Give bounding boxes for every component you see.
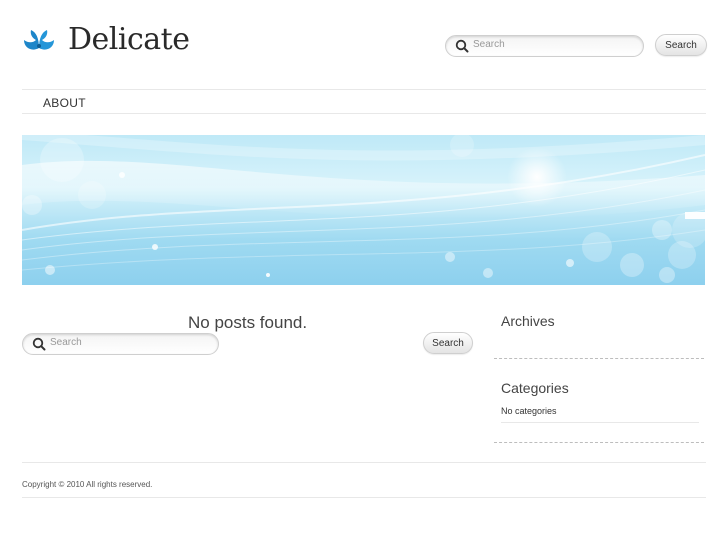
no-posts-message: No posts found. [188,313,308,332]
archives-divider [494,358,704,359]
header-search-input[interactable] [473,36,631,52]
categories-heading: Categories [501,380,569,396]
header-search-button[interactable]: Search [655,34,707,56]
footer-bottom-divider [22,497,706,498]
categories-item-divider [501,422,699,423]
site-logo[interactable]: Delicate [22,22,190,57]
no-categories-text: No categories [501,406,557,416]
categories-divider [494,442,704,443]
content-search-button[interactable]: Search [423,332,473,354]
search-icon [32,337,46,351]
content-search-input[interactable] [50,334,206,350]
nav-top-divider [22,89,706,90]
content-search-field[interactable] [22,333,219,355]
header-search-field[interactable] [445,35,644,57]
site-title[interactable]: Delicate [68,22,190,57]
footer-top-divider [22,462,706,463]
header-banner-image [22,135,705,285]
nav-item-about[interactable]: ABOUT [43,96,86,110]
butterfly-logo-icon [24,30,54,50]
copyright-text: Copyright © 2010 All rights reserved. [22,480,153,489]
archives-heading: Archives [501,313,555,329]
nav-bottom-divider [22,113,706,114]
search-icon [455,39,469,53]
